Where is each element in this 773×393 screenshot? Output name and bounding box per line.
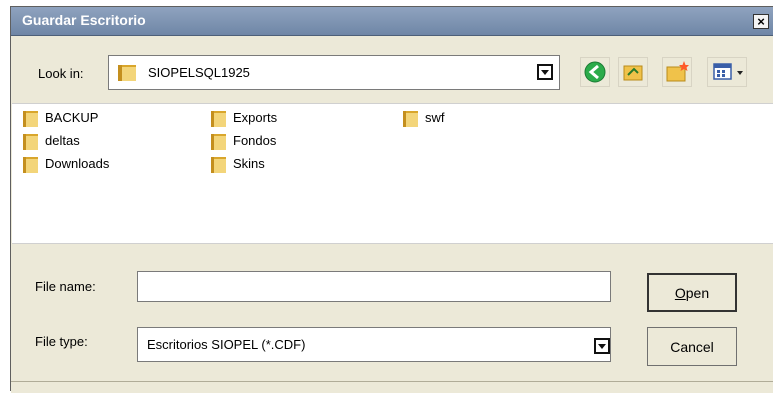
open-button-label: pen — [685, 285, 710, 301]
save-dialog: Guardar Escritorio × Look in: SIOPELSQL1… — [10, 6, 773, 393]
list-item-label: Fondos — [233, 133, 277, 148]
dialog-bottom-edge — [11, 381, 773, 393]
list-item-label: Downloads — [45, 156, 110, 171]
file-type-value: Escritorios SIOPEL (*.CDF) — [147, 337, 306, 352]
back-button[interactable] — [580, 57, 610, 87]
view-menu-icon — [713, 63, 732, 80]
title-bar[interactable]: Guardar Escritorio × — [11, 7, 773, 36]
file-name-label: File name: — [35, 279, 96, 294]
list-item-label: Exports — [233, 110, 278, 125]
list-item-label: deltas — [45, 133, 80, 148]
file-type-label: File type: — [35, 334, 88, 349]
folder-icon — [210, 156, 228, 177]
folder-icon — [402, 110, 420, 131]
new-folder-button[interactable] — [662, 57, 692, 87]
folder-icon — [22, 110, 40, 131]
view-menu-button[interactable] — [707, 57, 747, 87]
folder-icon — [210, 110, 228, 131]
file-name-input[interactable] — [137, 271, 611, 302]
list-item-label: BACKUP — [45, 110, 99, 125]
folder-icon — [117, 63, 139, 86]
chevron-down-icon[interactable] — [594, 338, 610, 354]
folder-icon — [22, 133, 40, 154]
dialog-title: Guardar Escritorio — [22, 12, 146, 28]
file-type-select[interactable]: Escritorios SIOPEL (*.CDF) — [137, 327, 611, 362]
look-in-label: Look in: — [38, 66, 84, 81]
list-item-label: swf — [425, 110, 445, 125]
folder-icon — [22, 156, 40, 177]
cancel-button[interactable]: Cancel — [647, 327, 737, 366]
new-folder-icon — [666, 61, 689, 82]
close-icon: × — [757, 14, 765, 29]
up-folder-button[interactable] — [618, 57, 648, 87]
look-in-value: SIOPELSQL1925 — [148, 65, 250, 80]
back-arrow-icon — [584, 61, 606, 83]
look-in-select[interactable]: SIOPELSQL1925 — [108, 55, 560, 90]
view-dropdown-arrow-icon — [737, 71, 743, 75]
list-item-label: Skins — [233, 156, 265, 171]
file-list[interactable]: BACKUP deltas Downloads Exports Fondos S… — [12, 103, 773, 244]
folder-icon — [210, 133, 228, 154]
open-button[interactable]: Open — [647, 273, 737, 312]
close-button[interactable]: × — [753, 14, 769, 29]
chevron-down-icon[interactable] — [537, 64, 553, 80]
up-folder-icon — [623, 65, 643, 81]
open-mnemonic: O — [674, 285, 686, 301]
